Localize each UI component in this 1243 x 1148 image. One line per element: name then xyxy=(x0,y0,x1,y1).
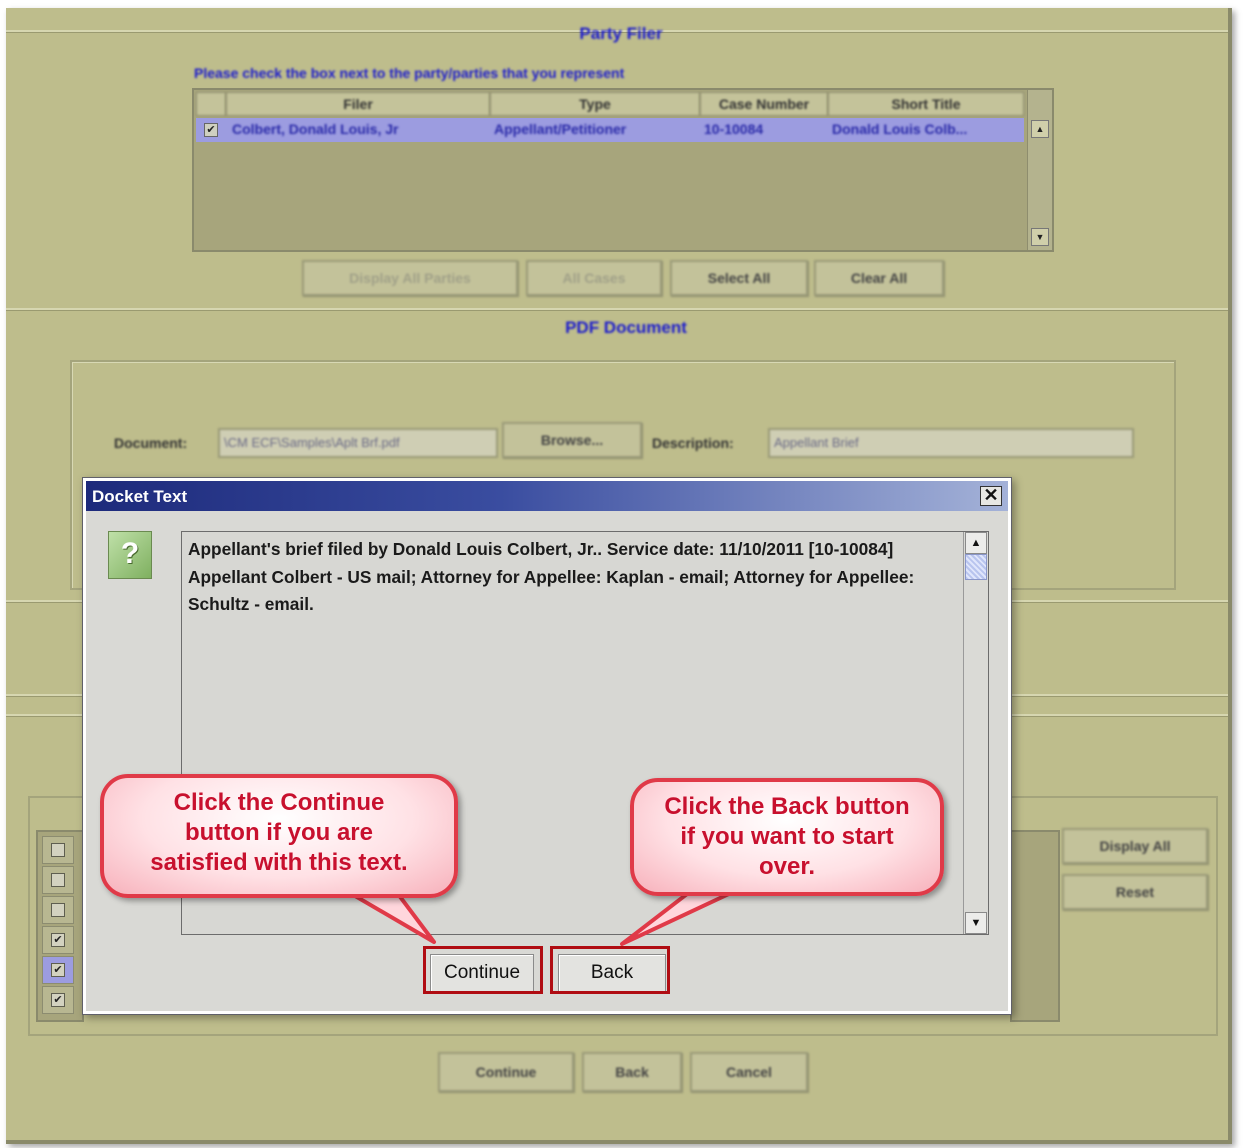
back-callout-text: Click the Back button if you want to sta… xyxy=(664,793,910,880)
callout-pointers xyxy=(336,882,752,946)
back-callout: Click the Back button if you want to sta… xyxy=(630,778,944,896)
continue-callout: Click the Continue button if you are sat… xyxy=(100,774,458,898)
continue-callout-text: Click the Continue button if you are sat… xyxy=(150,789,408,876)
